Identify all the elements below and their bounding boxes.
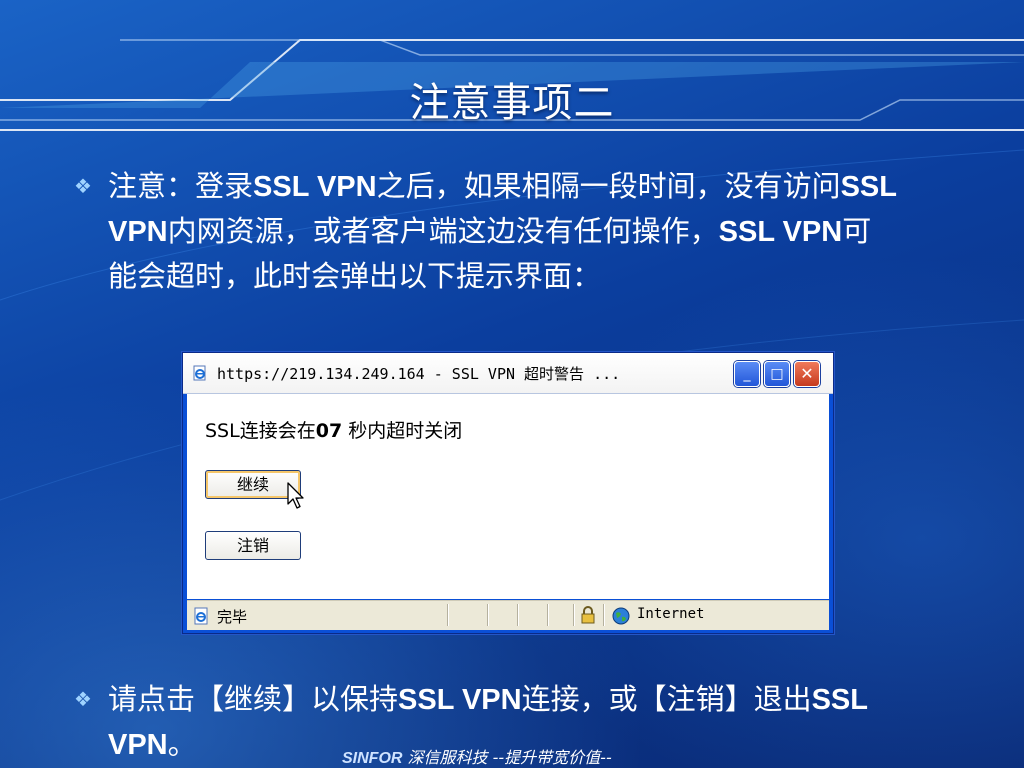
dialog-titlebar[interactable]: https://219.134.249.164 - SSL VPN 超时警告 .… bbox=[183, 353, 833, 394]
dialog-content: SSL连接会在07 秒内超时关闭 继续 注销 bbox=[187, 394, 829, 599]
minimize-button[interactable]: _ bbox=[734, 361, 760, 387]
status-divider bbox=[573, 604, 575, 626]
mouse-cursor-icon bbox=[287, 482, 304, 509]
status-text: 完毕 bbox=[217, 608, 248, 626]
timeout-dialog-window: https://219.134.249.164 - SSL VPN 超时警告 .… bbox=[182, 352, 834, 634]
close-button[interactable]: ✕ bbox=[794, 361, 820, 387]
diamond-bullet-icon: ❖ bbox=[74, 174, 92, 198]
status-divider bbox=[487, 604, 489, 626]
logout-button[interactable]: 注销 bbox=[205, 531, 301, 560]
bullet-text-part: 内网资源，或者客户端这边没有任何操作， bbox=[167, 214, 719, 248]
bullet-text-part: 请点击【继续】以保持 bbox=[108, 682, 399, 716]
bullet-bold-term: SSL VPN bbox=[398, 684, 522, 716]
dialog-title: https://219.134.249.164 - SSL VPN 超时警告 .… bbox=[217, 365, 621, 383]
timeout-message: SSL连接会在07 秒内超时关闭 bbox=[205, 416, 462, 443]
security-zone-label: Internet bbox=[637, 606, 705, 622]
bullet-text-part: 连接，或【注销】退出 bbox=[521, 682, 812, 716]
footer-slogan: 深信服科技 --提升带宽价值-- bbox=[402, 748, 612, 767]
status-bar: 完毕 Internet bbox=[187, 600, 829, 630]
message-suffix: 秒内超时关闭 bbox=[342, 420, 463, 442]
bullet-text-part: 注意：登录 bbox=[108, 169, 254, 203]
ie-page-icon bbox=[194, 607, 208, 625]
bullet-text-part: 。 bbox=[167, 727, 197, 761]
bullet-bold-term: SSL VPN bbox=[253, 171, 377, 203]
status-divider bbox=[447, 604, 449, 626]
slide-footer: SINFOR 深信服科技 --提升带宽价值-- bbox=[342, 744, 612, 768]
status-divider bbox=[547, 604, 549, 626]
bullet-bold-term: SSL VPN bbox=[718, 216, 843, 248]
padlock-icon bbox=[581, 606, 595, 624]
company-brand: SINFOR bbox=[342, 750, 403, 767]
slide-title: 注意事项二 bbox=[409, 80, 615, 126]
status-divider bbox=[603, 604, 605, 626]
countdown-value: 07 bbox=[315, 420, 343, 442]
message-prefix: SSL连接会在 bbox=[205, 420, 316, 442]
diamond-bullet-icon: ❖ bbox=[74, 687, 92, 711]
bullet-text-part: 之后，如果相隔一段时间，没有访问 bbox=[376, 169, 841, 203]
internet-globe-icon bbox=[612, 607, 630, 625]
ie-page-icon bbox=[193, 365, 206, 381]
maximize-button[interactable]: □ bbox=[764, 361, 790, 387]
bullet-note: ❖ 注意：登录SSL VPN之后，如果相隔一段时间，没有访问SSL VPN内网资… bbox=[74, 164, 904, 344]
status-divider bbox=[517, 604, 519, 626]
bullet-note-text: 注意：登录SSL VPN之后，如果相隔一段时间，没有访问SSL VPN内网资源，… bbox=[108, 164, 898, 298]
